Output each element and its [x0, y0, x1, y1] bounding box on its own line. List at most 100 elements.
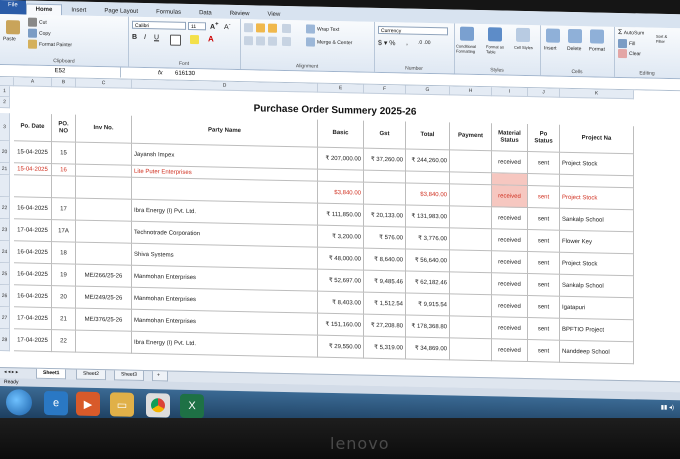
cell-total[interactable]: ₹ 3,776.00	[406, 227, 450, 251]
system-tray[interactable]: ▮▮ ◂)	[661, 404, 674, 413]
decimal-buttons[interactable]: .0 .00	[418, 40, 431, 46]
format-as-table-button[interactable]: Format as Table	[486, 44, 512, 55]
cell-project[interactable]: Flower Key	[560, 230, 634, 255]
row-number[interactable]	[0, 175, 10, 198]
column-title-inv[interactable]: Inv No.	[76, 114, 132, 144]
row-number[interactable]: 24	[0, 241, 10, 264]
column-header-I[interactable]: I	[492, 87, 528, 98]
cell-po[interactable]: 19	[52, 264, 76, 287]
cell-gst[interactable]: ₹ 37,260.00	[364, 148, 406, 172]
number-format-select[interactable]: Currency	[378, 25, 448, 36]
cell-date[interactable]: 17-04-2025	[14, 219, 52, 243]
cell-project[interactable]: Sankalp School	[560, 274, 634, 299]
shrink-font-button[interactable]: A-	[224, 22, 231, 31]
tab-view[interactable]: View	[258, 9, 289, 20]
align-right-button[interactable]	[268, 36, 279, 46]
row-number[interactable]: 2	[0, 97, 10, 109]
column-title-payment[interactable]: Payment	[450, 122, 492, 152]
conditional-formatting-button[interactable]: Conditional Formatting	[456, 44, 484, 55]
cell-basic[interactable]: ₹ 207,000.00	[318, 147, 364, 171]
cell-gst[interactable]: ₹ 27,208.80	[364, 314, 406, 338]
cell-total[interactable]	[406, 171, 450, 185]
column-title-material[interactable]: Material Status	[492, 123, 528, 153]
cut-button[interactable]: Cut	[28, 17, 47, 27]
cell-basic[interactable]: ₹ 3,200.00	[318, 225, 364, 249]
row-number[interactable]: 25	[0, 263, 10, 286]
cell-po[interactable]: 21	[52, 308, 76, 331]
autosum-button[interactable]: Σ AutoSum	[618, 29, 644, 37]
bottom-align-button[interactable]	[268, 23, 279, 33]
clear-button[interactable]: Clear	[618, 48, 641, 59]
column-title-project[interactable]: Project Na	[560, 124, 634, 155]
cell-payment[interactable]	[450, 294, 492, 318]
formula-input[interactable]: 616130	[175, 69, 195, 79]
grow-font-button[interactable]: A+	[210, 21, 218, 31]
copy-button[interactable]: Copy	[28, 28, 51, 38]
cell-status[interactable]: sent	[528, 252, 560, 275]
cell-inv[interactable]	[76, 330, 132, 354]
cell-total[interactable]: ₹ 56,640.00	[406, 249, 450, 273]
row-number[interactable]: 21	[0, 163, 10, 176]
cell-basic[interactable]: ₹ 52,697.00	[318, 269, 364, 293]
cell-gst[interactable]: ₹ 5,319.00	[364, 336, 406, 360]
cell-total[interactable]: $3,840.00	[406, 183, 450, 207]
cell-party[interactable]: Ibra Energy (I) Pvt. Ltd.	[132, 331, 318, 358]
cell-status[interactable]: sent	[528, 274, 560, 297]
format-button[interactable]: Format	[589, 46, 605, 52]
column-header-J[interactable]: J	[528, 88, 560, 98]
media-player-icon[interactable]: ▶	[76, 391, 100, 417]
cell-total[interactable]: ₹ 34,869.00	[406, 337, 450, 361]
merge-center-button[interactable]: Merge & Center	[306, 37, 352, 47]
cell-po[interactable]: 16	[52, 164, 76, 177]
sheet-tab-2[interactable]: Sheet2	[76, 369, 106, 381]
fx-icon[interactable]: fx	[158, 68, 163, 78]
row-number[interactable]: 23	[0, 219, 10, 242]
cell-material[interactable]: received	[492, 295, 528, 319]
cell-payment[interactable]	[450, 172, 492, 186]
cell-basic[interactable]: ₹ 29,550.00	[318, 335, 364, 359]
cell-total[interactable]: ₹ 62,182.46	[406, 271, 450, 295]
column-header-A[interactable]: A	[14, 77, 52, 88]
cell-date[interactable]: 16-04-2025	[14, 241, 52, 265]
column-title-total[interactable]: Total	[406, 121, 450, 151]
column-header-F[interactable]: F	[364, 84, 406, 95]
start-button[interactable]	[6, 389, 32, 416]
cell-gst[interactable]: ₹ 9,485.46	[364, 270, 406, 294]
cell-basic[interactable]: $3,840.00	[318, 181, 364, 205]
fill-color-button[interactable]	[190, 34, 201, 45]
cell-inv[interactable]: ME/249/25-26	[76, 286, 132, 310]
cell-payment[interactable]	[450, 150, 492, 174]
cell-total[interactable]: ₹ 131,983.00	[406, 205, 450, 229]
cell-status[interactable]	[528, 174, 560, 187]
row-number[interactable]: 20	[0, 141, 10, 164]
cell-payment[interactable]	[450, 228, 492, 252]
cell-project[interactable]: Sankalp School	[560, 208, 634, 233]
row-number[interactable]: 22	[0, 197, 10, 220]
top-align-button[interactable]	[244, 23, 255, 33]
sheet-tab-3[interactable]: Sheet3	[114, 370, 144, 382]
cell-material[interactable]: received	[492, 339, 528, 363]
cell-basic[interactable]: ₹ 151,160.00	[318, 313, 364, 337]
cell-po[interactable]: 20	[52, 286, 76, 309]
align-left-button[interactable]	[244, 36, 255, 46]
cell-inv[interactable]: ME/266/25-26	[76, 264, 132, 288]
row-number[interactable]: 27	[0, 307, 10, 330]
cell-project[interactable]: Nanddeep School	[560, 340, 634, 365]
sort-filter-button[interactable]: Sort & Filter	[656, 34, 676, 44]
cell-status[interactable]: sent	[528, 186, 560, 209]
internet-explorer-icon[interactable]: e	[44, 390, 68, 416]
cell-material[interactable]: received	[492, 207, 528, 231]
cell-inv[interactable]	[76, 142, 132, 166]
cell-date[interactable]: 17-04-2025	[14, 329, 52, 353]
cell-total[interactable]: ₹ 178,368.80	[406, 315, 450, 339]
column-header-H[interactable]: H	[450, 86, 492, 97]
cell-status[interactable]: sent	[528, 230, 560, 253]
underline-button[interactable]: U	[154, 34, 159, 41]
wrap-text-button[interactable]: Wrap Text	[306, 24, 339, 34]
cell-date[interactable]: 15-04-2025	[14, 141, 52, 165]
cell-status[interactable]: sent	[528, 296, 560, 319]
cell-date[interactable]	[14, 175, 52, 199]
insert-button[interactable]: Insert	[544, 45, 557, 51]
column-header-C[interactable]: C	[76, 78, 132, 89]
cell-payment[interactable]	[450, 184, 492, 208]
